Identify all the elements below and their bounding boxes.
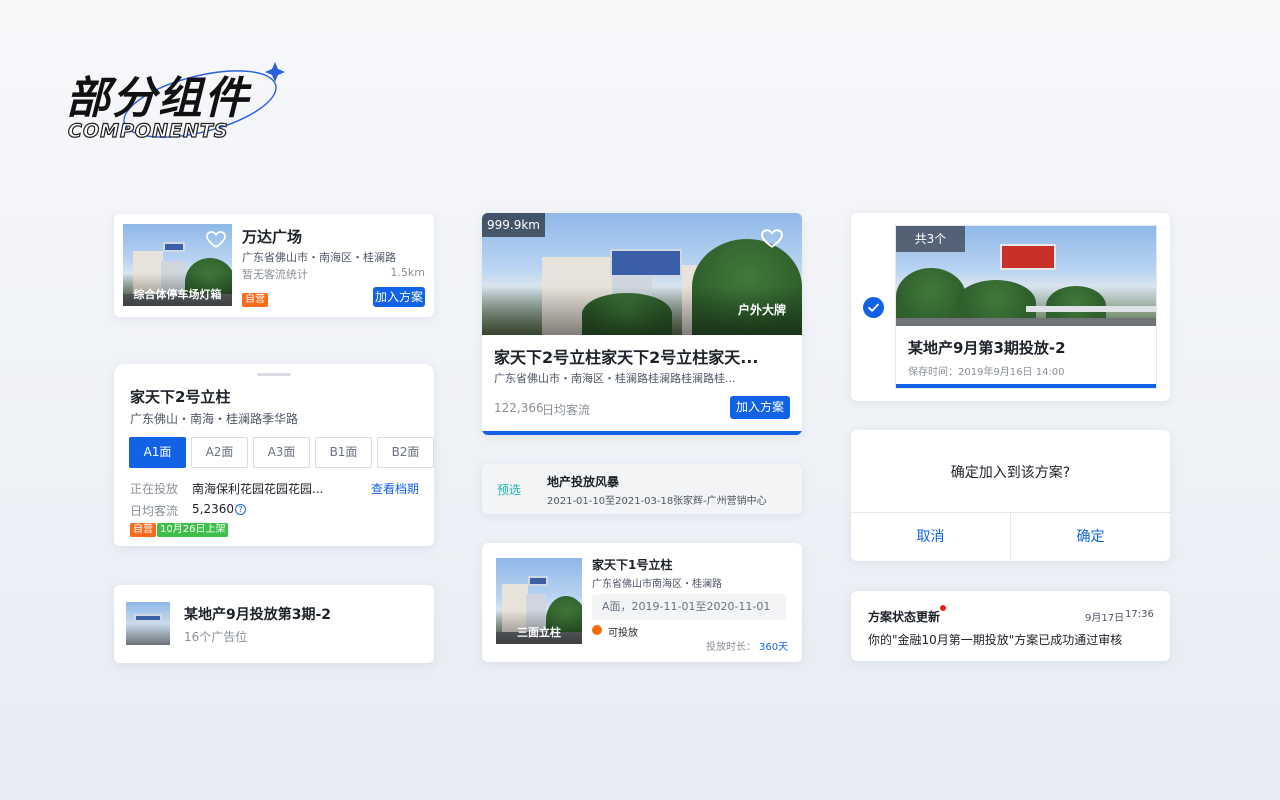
self-operated-tag: 自营: [130, 523, 156, 537]
tab-face-b2[interactable]: B2面: [377, 437, 434, 468]
tab-face-a1[interactable]: A1面: [129, 437, 186, 468]
favorite-heart-icon[interactable]: [206, 231, 226, 249]
pillar-sheet-card: 家天下2号立柱 广东佛山・南海・桂澜路季华路 A1面 A2面 A3面 B1面 B…: [114, 364, 434, 546]
traffic-value: 5,2360: [192, 502, 234, 516]
status-value: 南海保利花园花园花园...: [192, 482, 324, 496]
preselect-plan-row[interactable]: 预选 地产投放风暴 2021-01-10至2021-03-18 张家辉-广州营销…: [482, 464, 802, 514]
traffic-label: 日均客流: [542, 403, 591, 417]
status-dot: [592, 625, 602, 635]
sheet-title: 家天下2号立柱: [130, 388, 231, 406]
selectable-plan-card[interactable]: 共3个 某地产9月第3期投放-2 保存时间：2019年9月16日 14:00: [851, 213, 1170, 401]
cancel-button[interactable]: 取消: [851, 513, 1010, 561]
check-circle-icon[interactable]: [863, 297, 884, 318]
dialog-question: 确定加入到该方案?: [950, 465, 1071, 481]
face-tabs: A1面 A2面 A3面 B1面 B2面: [129, 437, 434, 468]
notification-title: 方案状态更新: [868, 610, 941, 624]
period-box: A面，2019-11-01至2020-11-01: [592, 594, 786, 620]
card-accent-bar: [896, 384, 1156, 388]
count-badge: 共3个: [896, 226, 965, 252]
venue-title: 万达广场: [242, 228, 303, 246]
drag-handle[interactable]: [257, 373, 291, 376]
sheet-address: 广东佛山・南海・桂澜路季华路: [130, 412, 299, 426]
billboard-title: 家天下2号立柱家天下2号立柱家天...: [494, 348, 759, 367]
venue-address: 广东省佛山市・南海区・桂澜路: [242, 251, 396, 264]
venue-card-wanda[interactable]: 综合体停车场灯箱 万达广场 广东省佛山市・南海区・桂澜路 暂无客流统计 1.5k…: [114, 214, 434, 317]
pillar-state: 可投放: [608, 628, 638, 639]
notification-time: 17:36: [1125, 609, 1154, 620]
plan-thumbnail: [126, 602, 170, 645]
plan-card[interactable]: 某地产9月投放第3期-2 16个广告位: [114, 585, 434, 663]
plan-title: 某地产9月第3期投放-2: [908, 339, 1066, 357]
plan-owner: 张家辉-广州营销中心: [673, 496, 767, 507]
self-operated-tag: 自营: [242, 293, 268, 307]
duration-label: 投放时长：: [706, 642, 756, 653]
duration-value: 360天: [759, 642, 789, 653]
tab-face-a3[interactable]: A3面: [253, 437, 310, 468]
distance-badge: 999.9km: [482, 213, 545, 237]
pillar-address: 广东省佛山市南海区・桂澜路: [592, 579, 722, 590]
plan-name: 地产投放风暴: [547, 475, 620, 489]
listing-date-tag: 10月26日上架: [157, 523, 229, 537]
venue-distance: 1.5km: [390, 266, 425, 279]
page-title: 部分组件: [66, 73, 250, 124]
pillar-photo: 三面立柱: [496, 558, 582, 644]
status-label: 正在投放: [130, 482, 179, 496]
confirm-button[interactable]: 确定: [1011, 513, 1170, 561]
notification-card[interactable]: 方案状态更新 9月17日 17:36 你的"金融10月第一期投放"方案已成功通过…: [851, 591, 1170, 661]
plan-title: 某地产9月投放第3期-2: [184, 607, 332, 623]
photo-caption: 综合体停车场灯箱: [133, 288, 222, 301]
page-subtitle: COMPONENTS: [67, 119, 229, 142]
billboard-address: 广东省佛山市・南海区・桂澜路桂澜路桂澜路桂...: [494, 372, 736, 385]
billboard-card[interactable]: 999.9km 户外大牌 家天下2号立柱家天下2号立柱家天... 广东省佛山市・…: [482, 213, 802, 435]
traffic-value: 122,366: [494, 401, 544, 415]
pillar-detail-card[interactable]: 三面立柱 家天下1号立柱 广东省佛山市南海区・桂澜路 A面，2019-11-01…: [482, 543, 802, 662]
plan-dates: 2021-01-10至2021-03-18: [547, 496, 674, 507]
notification-message: 你的"金融10月第一期投放"方案已成功通过审核: [868, 633, 1123, 647]
tab-face-a2[interactable]: A2面: [191, 437, 248, 468]
card-accent-bar: [482, 431, 802, 435]
tab-face-b1[interactable]: B1面: [315, 437, 372, 468]
add-to-plan-button[interactable]: 加入方案: [373, 287, 425, 307]
plan-status: 预选: [497, 483, 522, 497]
view-schedule-link[interactable]: 查看档期: [371, 480, 419, 497]
pillar-title: 家天下1号立柱: [592, 558, 673, 572]
favorite-heart-icon[interactable]: [761, 229, 783, 249]
photo-caption: 户外大牌: [737, 303, 786, 317]
notification-date: 9月17日: [1085, 613, 1125, 624]
help-icon[interactable]: ?: [235, 504, 246, 515]
plan-saved-time: 保存时间：2019年9月16日 14:00: [908, 367, 1065, 378]
traffic-label: 日均客流: [130, 504, 179, 518]
sparkle-icon: [265, 62, 285, 82]
photo-caption: 三面立柱: [517, 626, 561, 639]
plan-inner-card: 共3个 某地产9月第3期投放-2 保存时间：2019年9月16日 14:00: [895, 225, 1157, 389]
unread-dot: [940, 605, 946, 611]
plan-subtitle: 16个广告位: [184, 630, 248, 644]
venue-traffic: 暂无客流统计: [242, 268, 308, 281]
add-to-plan-button[interactable]: 加入方案: [730, 396, 790, 419]
confirm-dialog: 确定加入到该方案? 取消 确定: [851, 430, 1170, 561]
